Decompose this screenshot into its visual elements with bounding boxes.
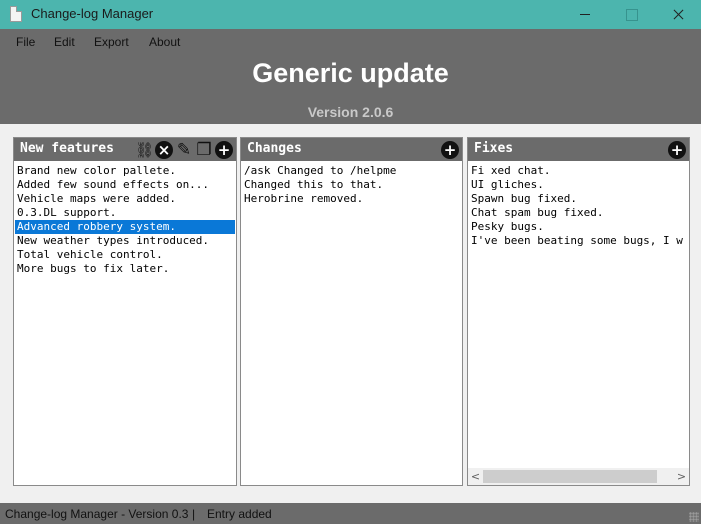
panel-header: Changes + [241, 138, 462, 161]
minimize-button[interactable] [562, 0, 608, 29]
add-icon[interactable]: + [441, 141, 459, 159]
delete-icon[interactable]: × [155, 141, 173, 159]
horizontal-scrollbar[interactable]: < > [468, 468, 689, 485]
fixes-list: Fi xed chat. UI gliches. Spawn bug fixed… [469, 164, 688, 248]
menu-bar: File Edit Export About [0, 29, 701, 53]
list-item[interactable]: More bugs to fix later. [15, 262, 235, 276]
add-icon[interactable]: + [215, 141, 233, 159]
list-item[interactable]: Fi xed chat. [469, 164, 688, 178]
changes-list: /ask Changed to /helpme Changed this to … [242, 164, 461, 206]
panel-header: Fixes + [468, 138, 689, 161]
list-item-selected[interactable]: Advanced robbery system. [15, 220, 235, 234]
status-bar: Change-log Manager - Version 0.3 | Entry… [0, 503, 701, 524]
list-item[interactable]: Brand new color pallete. [15, 164, 235, 178]
list-item[interactable]: Added few sound effects on... [15, 178, 235, 192]
copy-icon[interactable]: ❐ [195, 141, 213, 159]
title-bar: Change-log Manager [0, 0, 701, 29]
list-item[interactable]: Changed this to that. [242, 178, 461, 192]
status-separator: | [192, 507, 196, 521]
document-icon [10, 6, 22, 22]
close-button[interactable] [655, 0, 701, 29]
menu-about[interactable]: About [149, 35, 180, 49]
maximize-button[interactable] [608, 0, 654, 29]
scroll-left-icon[interactable]: < [468, 468, 483, 485]
version-label[interactable]: Version 2.0.6 [0, 104, 701, 120]
list-item[interactable]: Spawn bug fixed. [469, 192, 688, 206]
menu-file[interactable]: File [16, 35, 35, 49]
list-item[interactable]: Total vehicle control. [15, 248, 235, 262]
fixes-panel: Fixes + Fi xed chat. UI gliches. Spawn b… [467, 137, 690, 486]
panel-title: New features [20, 141, 114, 156]
panel-title: Fixes [474, 141, 514, 156]
new-features-panel: New features ⛓ × ✎ ❐ + Brand new color p… [13, 137, 237, 486]
panel-title: Changes [247, 141, 302, 156]
link-icon[interactable]: ⛓ [135, 141, 154, 159]
list-item[interactable]: UI gliches. [469, 178, 688, 192]
changes-panel: Changes + /ask Changed to /helpme Change… [240, 137, 463, 486]
panel-header: New features ⛓ × ✎ ❐ + [14, 138, 236, 161]
scroll-right-icon[interactable]: > [674, 468, 689, 485]
update-title[interactable]: Generic update [0, 58, 701, 89]
list-item[interactable]: Chat spam bug fixed. [469, 206, 688, 220]
features-list: Brand new color pallete. Added few sound… [15, 164, 235, 276]
status-message: Entry added [207, 507, 272, 521]
list-item[interactable]: Pesky bugs. [469, 220, 688, 234]
window-title: Change-log Manager [31, 6, 154, 21]
add-icon[interactable]: + [668, 141, 686, 159]
edit-icon[interactable]: ✎ [175, 141, 193, 159]
list-item[interactable]: 0.3.DL support. [15, 206, 235, 220]
menu-export[interactable]: Export [94, 35, 129, 49]
list-item[interactable]: Vehicle maps were added. [15, 192, 235, 206]
scroll-thumb[interactable] [483, 470, 657, 483]
resize-grip-icon[interactable] [689, 512, 699, 522]
list-item[interactable]: /ask Changed to /helpme [242, 164, 461, 178]
menu-edit[interactable]: Edit [54, 35, 75, 49]
status-app-version: Change-log Manager - Version 0.3 [5, 507, 189, 521]
list-item[interactable]: I've been beating some bugs, I w [469, 234, 688, 248]
list-item[interactable]: New weather types introduced. [15, 234, 235, 248]
list-item[interactable]: Herobrine removed. [242, 192, 461, 206]
